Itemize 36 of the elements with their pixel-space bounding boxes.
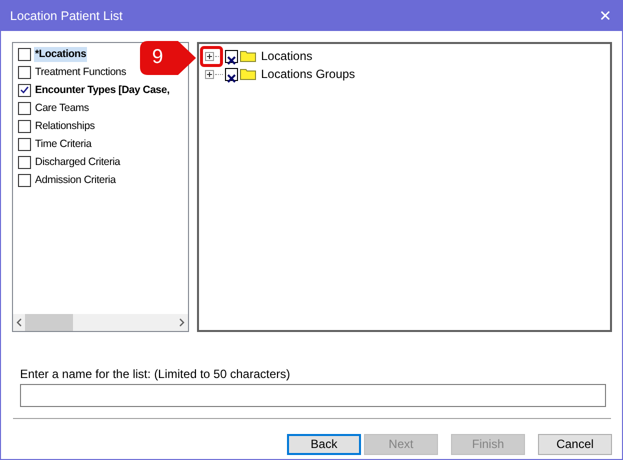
criteria-item[interactable]: Admission Criteria xyxy=(34,172,117,188)
scroll-right-icon[interactable] xyxy=(179,318,185,327)
criteria-item[interactable]: Time Criteria xyxy=(34,136,92,152)
folder-icon xyxy=(240,68,256,80)
checkbox[interactable] xyxy=(225,68,238,80)
wizard-button[interactable]: Cancel xyxy=(538,434,612,455)
expand-icon[interactable] xyxy=(205,70,214,78)
highlight-ring xyxy=(200,46,223,67)
expand-icon[interactable] xyxy=(205,52,214,60)
tree-item[interactable]: Locations xyxy=(261,47,312,65)
checkbox[interactable] xyxy=(225,50,238,62)
criteria-item[interactable]: Relationships xyxy=(34,118,96,134)
criteria-item[interactable]: Encounter Types [Day Case, xyxy=(34,82,171,98)
checkbox[interactable] xyxy=(18,102,31,114)
checkbox[interactable] xyxy=(18,174,31,186)
criteria-item[interactable]: *Locations xyxy=(34,46,88,62)
tree-item[interactable]: Locations Groups xyxy=(261,65,356,83)
close-button[interactable]: ✕ xyxy=(597,8,614,24)
checkbox[interactable] xyxy=(18,48,31,60)
checkbox[interactable] xyxy=(18,138,31,150)
checkbox[interactable] xyxy=(18,84,31,96)
criteria-item[interactable]: Care Teams xyxy=(34,100,90,116)
callout-number: 9 xyxy=(152,46,164,68)
scroll-left-icon[interactable] xyxy=(16,318,22,327)
folder-icon xyxy=(240,50,256,62)
name-field[interactable] xyxy=(20,384,606,407)
window-title: Location Patient List xyxy=(10,8,123,25)
scroll-thumb[interactable] xyxy=(25,314,73,331)
horizontal-scrollbar[interactable] xyxy=(13,314,188,331)
checkbox[interactable] xyxy=(18,156,31,168)
checkbox[interactable] xyxy=(18,120,31,132)
criteria-item[interactable]: Discharged Criteria xyxy=(34,154,122,170)
checkbox[interactable] xyxy=(18,66,31,78)
criteria-item[interactable]: Treatment Functions xyxy=(34,64,128,80)
field-label: Enter a name for the list: (Limited to 50 characters) xyxy=(20,366,292,383)
wizard-button[interactable]: Back xyxy=(287,434,361,455)
